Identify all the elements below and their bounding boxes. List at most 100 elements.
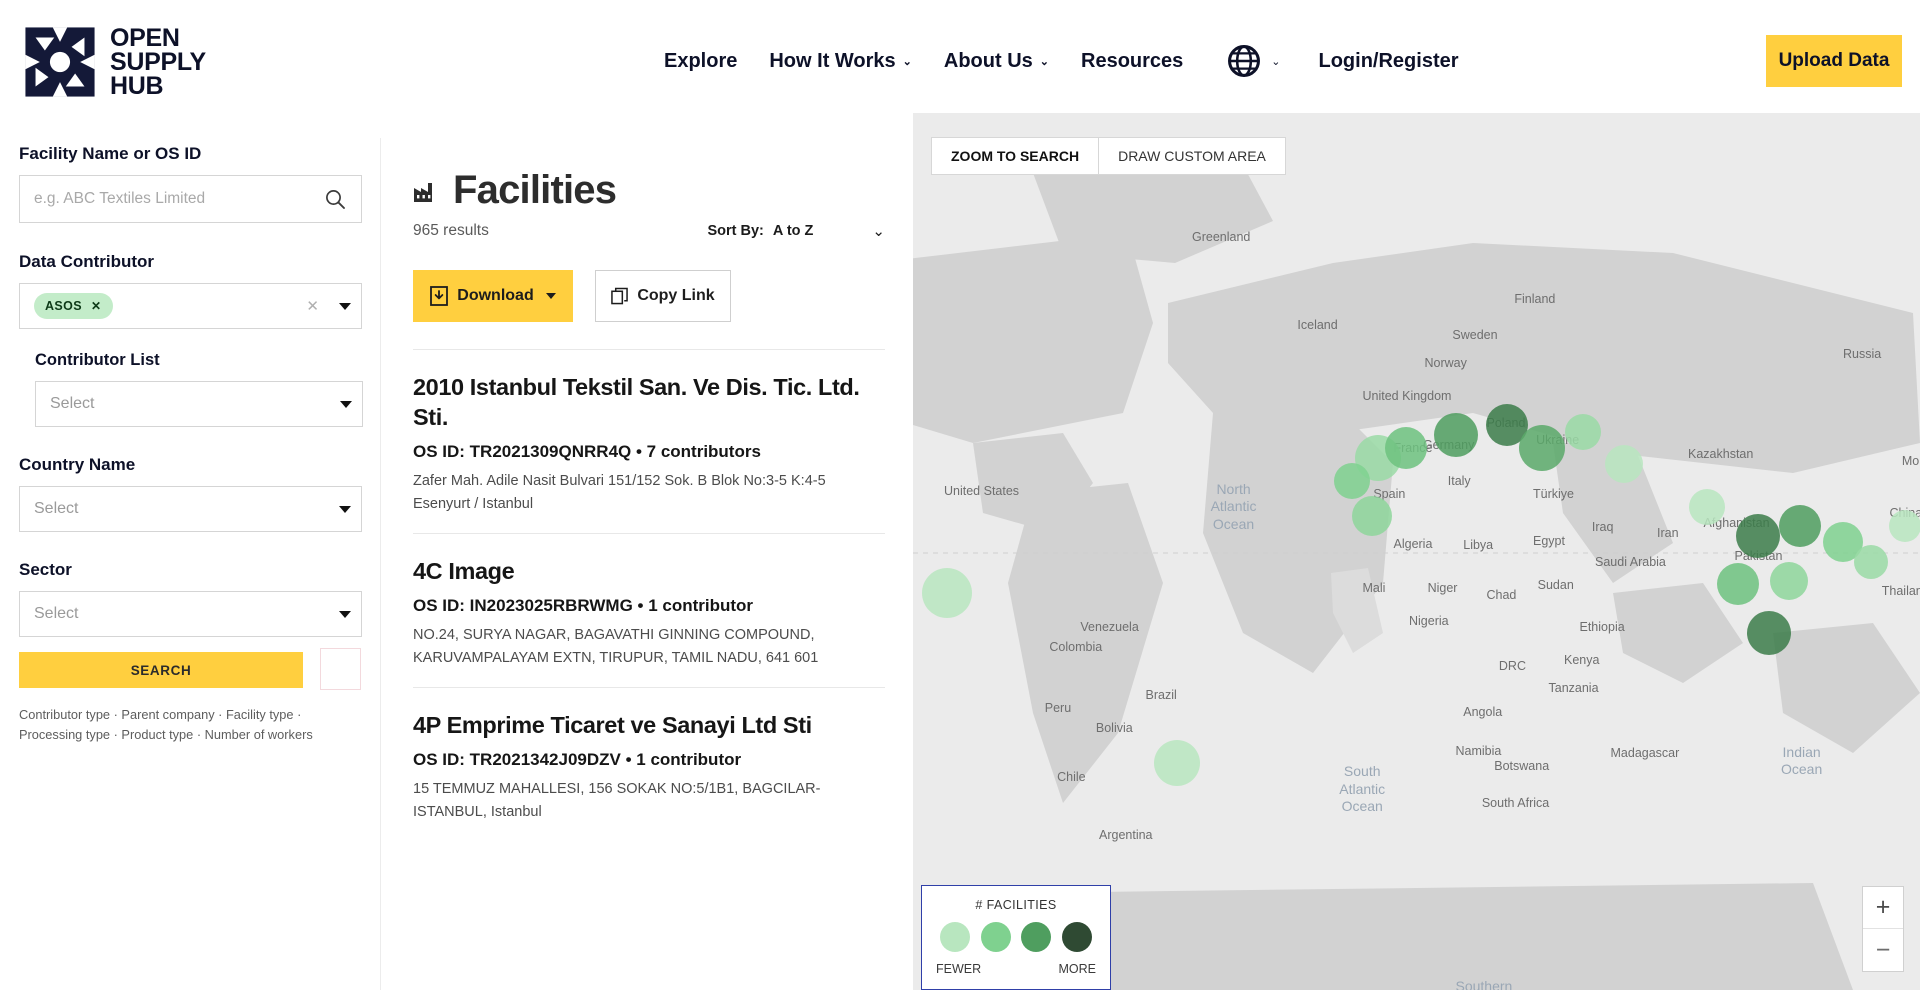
facility-cluster-marker[interactable] <box>1334 463 1370 499</box>
data-contributor-select[interactable]: ASOS ✕ ✕ <box>19 283 362 329</box>
nav-label: About Us <box>944 50 1033 73</box>
download-button[interactable]: Download <box>413 270 573 322</box>
open-supply-hub-logo-icon <box>24 26 96 98</box>
facility-cluster-marker[interactable] <box>1352 496 1392 536</box>
facility-cluster-marker[interactable] <box>1385 427 1427 469</box>
facility-cluster-marker[interactable] <box>922 568 972 618</box>
nav-item-how-it-works[interactable]: How It Works ⌄ <box>753 50 928 73</box>
contributor-chip[interactable]: ASOS ✕ <box>34 293 113 319</box>
facility-address: Zafer Mah. Adile Nasit Bulvari 151/152 S… <box>413 470 885 515</box>
facility-cluster-marker[interactable] <box>1736 514 1780 558</box>
facility-name: 2010 Istanbul Tekstil San. Ve Dis. Tic. … <box>413 372 885 432</box>
facility-list-item[interactable]: 4C Image OS ID: IN2023025RBRWMG • 1 cont… <box>413 533 885 687</box>
facility-list: 2010 Istanbul Tekstil San. Ve Dis. Tic. … <box>413 349 885 841</box>
copy-icon <box>611 287 628 305</box>
results-actions: Download Copy Link <box>413 270 885 322</box>
zoom-in-button[interactable]: + <box>1863 887 1903 929</box>
factory-icon <box>413 179 439 203</box>
results-count: 965 results <box>413 222 489 240</box>
filters-sidebar: Facility Name or OS ID Data Contributor … <box>0 138 380 990</box>
legend-title: # FACILITIES <box>936 898 1096 912</box>
facility-cluster-marker[interactable] <box>1770 562 1808 600</box>
close-icon[interactable]: ✕ <box>91 299 101 313</box>
search-icon[interactable] <box>323 187 347 211</box>
logo[interactable]: OPEN SUPPLY HUB <box>24 26 206 98</box>
facility-os-id: OS ID: TR2021309QNRR4Q • 7 contributors <box>413 442 885 462</box>
map-legend: # FACILITIES FEWER MORE <box>921 885 1111 990</box>
sort-by-control[interactable]: Sort By: A to Z ⌄ <box>707 222 885 240</box>
facility-cluster-marker[interactable] <box>1565 414 1601 450</box>
facility-cluster-marker[interactable] <box>1689 489 1725 525</box>
country-name-value: Select <box>34 500 331 518</box>
legend-swatches <box>936 922 1096 952</box>
chevron-down-icon[interactable]: ⌄ <box>872 222 885 240</box>
sector-select[interactable]: Select <box>19 591 362 637</box>
facility-cluster-marker[interactable] <box>1717 563 1759 605</box>
sector-value: Select <box>34 605 331 623</box>
map-zoom-controls: + − <box>1862 886 1904 972</box>
facility-list-item[interactable]: 4P Emprime Ticaret ve Sanayi Ltd Sti OS … <box>413 687 885 841</box>
country-name-field-group: Country Name Select <box>19 455 361 532</box>
facility-cluster-marker[interactable] <box>1854 545 1888 579</box>
facility-cluster-marker[interactable] <box>1747 611 1791 655</box>
facility-address: NO.24, SURYA NAGAR, BAGAVATHI GINNING CO… <box>413 624 885 669</box>
results-panel: Facilities 965 results Sort By: A to Z ⌄… <box>380 138 913 990</box>
facility-name: 4P Emprime Ticaret ve Sanayi Ltd Sti <box>413 710 885 740</box>
contributor-list-value: Select <box>50 395 332 413</box>
logo-wordmark: OPEN SUPPLY HUB <box>110 26 206 98</box>
chevron-down-icon: ⌄ <box>1271 57 1280 68</box>
contributor-list-select[interactable]: Select <box>35 381 363 427</box>
download-label: Download <box>457 287 533 305</box>
copy-link-button[interactable]: Copy Link <box>595 270 731 322</box>
facility-cluster-marker[interactable] <box>1889 510 1920 542</box>
logo-line-1: OPEN <box>110 26 206 50</box>
language-selector[interactable]: ⌄ <box>1199 44 1294 78</box>
filters-helper-text: Contributor type · Parent company · Faci… <box>19 705 364 745</box>
search-button[interactable]: SEARCH <box>19 652 303 688</box>
facilities-map[interactable]: ZOOM TO SEARCH DRAW CUSTOM AREA Greenlan… <box>913 113 1920 990</box>
country-name-select[interactable]: Select <box>19 486 362 532</box>
facility-cluster-marker[interactable] <box>1154 740 1200 786</box>
page-title-text: Facilities <box>453 168 616 213</box>
page-title: Facilities <box>413 168 885 213</box>
facility-name-input-wrap[interactable] <box>19 175 362 223</box>
logo-line-2: SUPPLY <box>110 50 206 74</box>
zoom-to-search-tab[interactable]: ZOOM TO SEARCH <box>931 137 1098 175</box>
map-mode-tabs: ZOOM TO SEARCH DRAW CUSTOM AREA <box>931 137 1286 175</box>
reset-filters-button[interactable] <box>320 648 361 690</box>
nav-label: Resources <box>1081 50 1183 73</box>
nav-item-about-us[interactable]: About Us ⌄ <box>928 50 1065 73</box>
facility-name-field-group: Facility Name or OS ID <box>19 138 361 223</box>
clear-all-icon[interactable]: ✕ <box>306 297 319 315</box>
facility-cluster-marker[interactable] <box>1434 413 1478 457</box>
facility-list-item[interactable]: 2010 Istanbul Tekstil San. Ve Dis. Tic. … <box>413 349 885 533</box>
facility-name-input[interactable] <box>34 190 323 208</box>
upload-data-button[interactable]: Upload Data <box>1766 35 1902 87</box>
data-contributor-label: Data Contributor <box>19 252 361 272</box>
legend-scale-labels: FEWER MORE <box>936 962 1096 976</box>
legend-fewer-label: FEWER <box>936 962 981 976</box>
chevron-down-icon: ⌄ <box>1040 57 1049 68</box>
legend-swatch <box>940 922 970 952</box>
sort-by-value: A to Z <box>773 223 814 239</box>
chevron-down-icon: ⌄ <box>903 57 912 68</box>
zoom-out-button[interactable]: − <box>1863 929 1903 971</box>
facility-address: 15 TEMMUZ MAHALLESI, 156 SOKAK NO:5/1B1,… <box>413 778 885 823</box>
chevron-down-icon[interactable] <box>339 506 351 513</box>
legend-swatch <box>1062 922 1092 952</box>
chevron-down-icon[interactable] <box>340 401 352 408</box>
chevron-down-icon[interactable] <box>339 303 351 310</box>
results-meta: 965 results Sort By: A to Z ⌄ <box>413 222 885 240</box>
facility-cluster-marker[interactable] <box>1779 505 1821 547</box>
draw-custom-area-tab[interactable]: DRAW CUSTOM AREA <box>1098 137 1286 175</box>
logo-line-3: HUB <box>110 74 206 98</box>
app-root: OPEN SUPPLY HUB Explore How It Works ⌄ A… <box>0 0 1920 990</box>
nav-item-resources[interactable]: Resources <box>1065 50 1199 73</box>
chevron-down-icon[interactable] <box>339 611 351 618</box>
login-register-label: Login/Register <box>1319 50 1459 73</box>
login-register-link[interactable]: Login/Register <box>1295 50 1475 73</box>
sector-field-group: Sector Select <box>19 560 361 637</box>
main-nav: Explore How It Works ⌄ About Us ⌄ Resour… <box>648 44 1475 78</box>
nav-item-explore[interactable]: Explore <box>648 50 753 73</box>
download-icon <box>430 286 448 306</box>
